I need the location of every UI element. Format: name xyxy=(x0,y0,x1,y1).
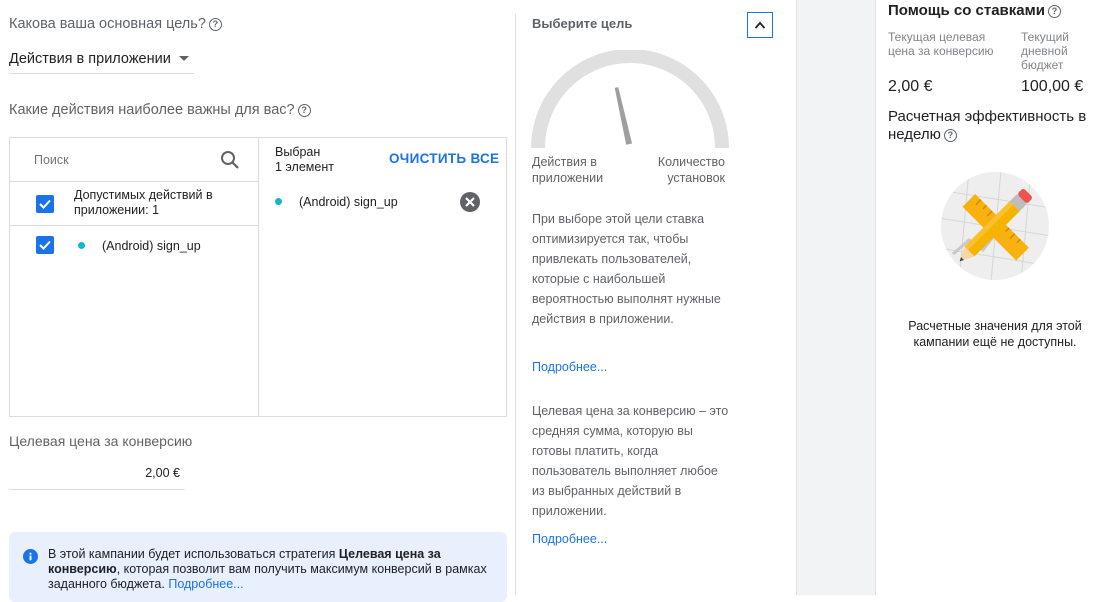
cpa-description: Целевая цена за конверсию – это средняя … xyxy=(532,404,729,518)
actions-picker: Допустимых действий в приложении: 1 (And… xyxy=(9,137,507,417)
collapse-chevron-icon xyxy=(754,21,766,29)
item-label: (Android) sign_up xyxy=(102,239,201,253)
gauge-arc xyxy=(531,50,729,149)
learn-more-link[interactable]: Подробнее... xyxy=(532,360,607,374)
right-title: Помощь со ставками? xyxy=(888,2,1061,19)
column-divider xyxy=(515,14,516,595)
checkbox-checked-icon[interactable] xyxy=(36,236,54,254)
goal-select-value: Действия в приложении xyxy=(9,50,171,67)
pencil-ruler-icon xyxy=(941,172,1049,280)
estimate-title-text: Расчетная эффективность в неделю xyxy=(888,108,1087,143)
gauge-left-label: Действия в приложении xyxy=(532,155,604,185)
help-icon[interactable]: ? xyxy=(1047,5,1061,18)
info-banner: В этой кампании будет использоваться стр… xyxy=(9,532,507,602)
goal-question: Какова ваша основная цель?? xyxy=(9,16,222,32)
info-text: В этой кампании будет использоваться стр… xyxy=(48,547,498,592)
actions-question: Какие действия наиболее важны для вас?? xyxy=(9,102,311,118)
list-item[interactable]: (Android) sign_up xyxy=(10,227,258,267)
info-text-part: В этой кампании будет использоваться стр… xyxy=(48,547,339,561)
selected-pane: Выбран 1 элемент ОЧИСТИТЬ ВСЕ (Android) … xyxy=(259,138,506,416)
cpa-value: 2,00 € xyxy=(145,466,180,480)
search-box[interactable] xyxy=(10,138,258,182)
clear-all-button[interactable]: ОЧИСТИТЬ ВСЕ xyxy=(389,151,499,166)
middle-title: Выберите цель xyxy=(532,16,633,31)
gauge-right-label: Количество установок xyxy=(657,155,725,185)
estimate-empty-text: Расчетные значения для этой кампании ещё… xyxy=(908,319,1082,349)
group-label: Допустимых действий в приложении: 1 xyxy=(74,188,213,217)
goal-gauge xyxy=(531,50,729,149)
checkbox-checked-icon[interactable] xyxy=(36,195,54,213)
dropdown-arrow-icon xyxy=(178,56,189,61)
search-icon[interactable] xyxy=(220,150,240,170)
selected-header: Выбран 1 элемент xyxy=(275,145,334,175)
help-icon[interactable]: ? xyxy=(943,129,957,142)
current-cpa-label: Текущая целевая цена за конверсию xyxy=(888,30,994,58)
selected-item: (Android) sign_up xyxy=(259,182,506,222)
selected-title: Выбран xyxy=(275,145,321,159)
learn-more-link[interactable]: Подробнее... xyxy=(168,577,243,591)
goal-select[interactable]: Действия в приложении xyxy=(9,44,194,74)
current-budget-value: 100,00 € xyxy=(1021,78,1084,95)
panel-gap xyxy=(796,0,876,595)
current-budget-label: Текущий дневной бюджет xyxy=(1021,30,1069,72)
status-dot xyxy=(78,242,85,249)
status-dot xyxy=(275,198,282,205)
help-icon[interactable]: ? xyxy=(297,104,311,117)
learn-more-link[interactable]: Подробнее... xyxy=(532,532,607,546)
group-row[interactable]: Допустимых действий в приложении: 1 xyxy=(10,182,258,226)
collapse-button[interactable] xyxy=(747,12,773,38)
help-icon[interactable]: ? xyxy=(208,18,222,31)
remove-circle-icon[interactable] xyxy=(460,192,480,212)
estimate-title: Расчетная эффективность в неделю? xyxy=(888,108,1098,144)
goal-question-text: Какова ваша основная цель? xyxy=(9,16,206,32)
search-input[interactable] xyxy=(34,150,204,170)
cpa-label: Целевая цена за конверсию xyxy=(9,433,193,449)
selected-count: 1 элемент xyxy=(275,160,334,174)
cpa-input[interactable]: 2,00 € xyxy=(9,460,185,490)
gauge-needle xyxy=(614,87,633,145)
actions-question-text: Какие действия наиболее важны для вас? xyxy=(9,102,295,118)
current-cpa-value: 2,00 € xyxy=(888,78,933,95)
right-title-text: Помощь со ставками xyxy=(888,2,1045,19)
goal-description: При выборе этой цели ставка оптимизирует… xyxy=(532,212,721,326)
selected-item-label: (Android) sign_up xyxy=(299,195,398,209)
available-pane: Допустимых действий в приложении: 1 (And… xyxy=(10,138,259,416)
info-icon xyxy=(23,549,38,564)
